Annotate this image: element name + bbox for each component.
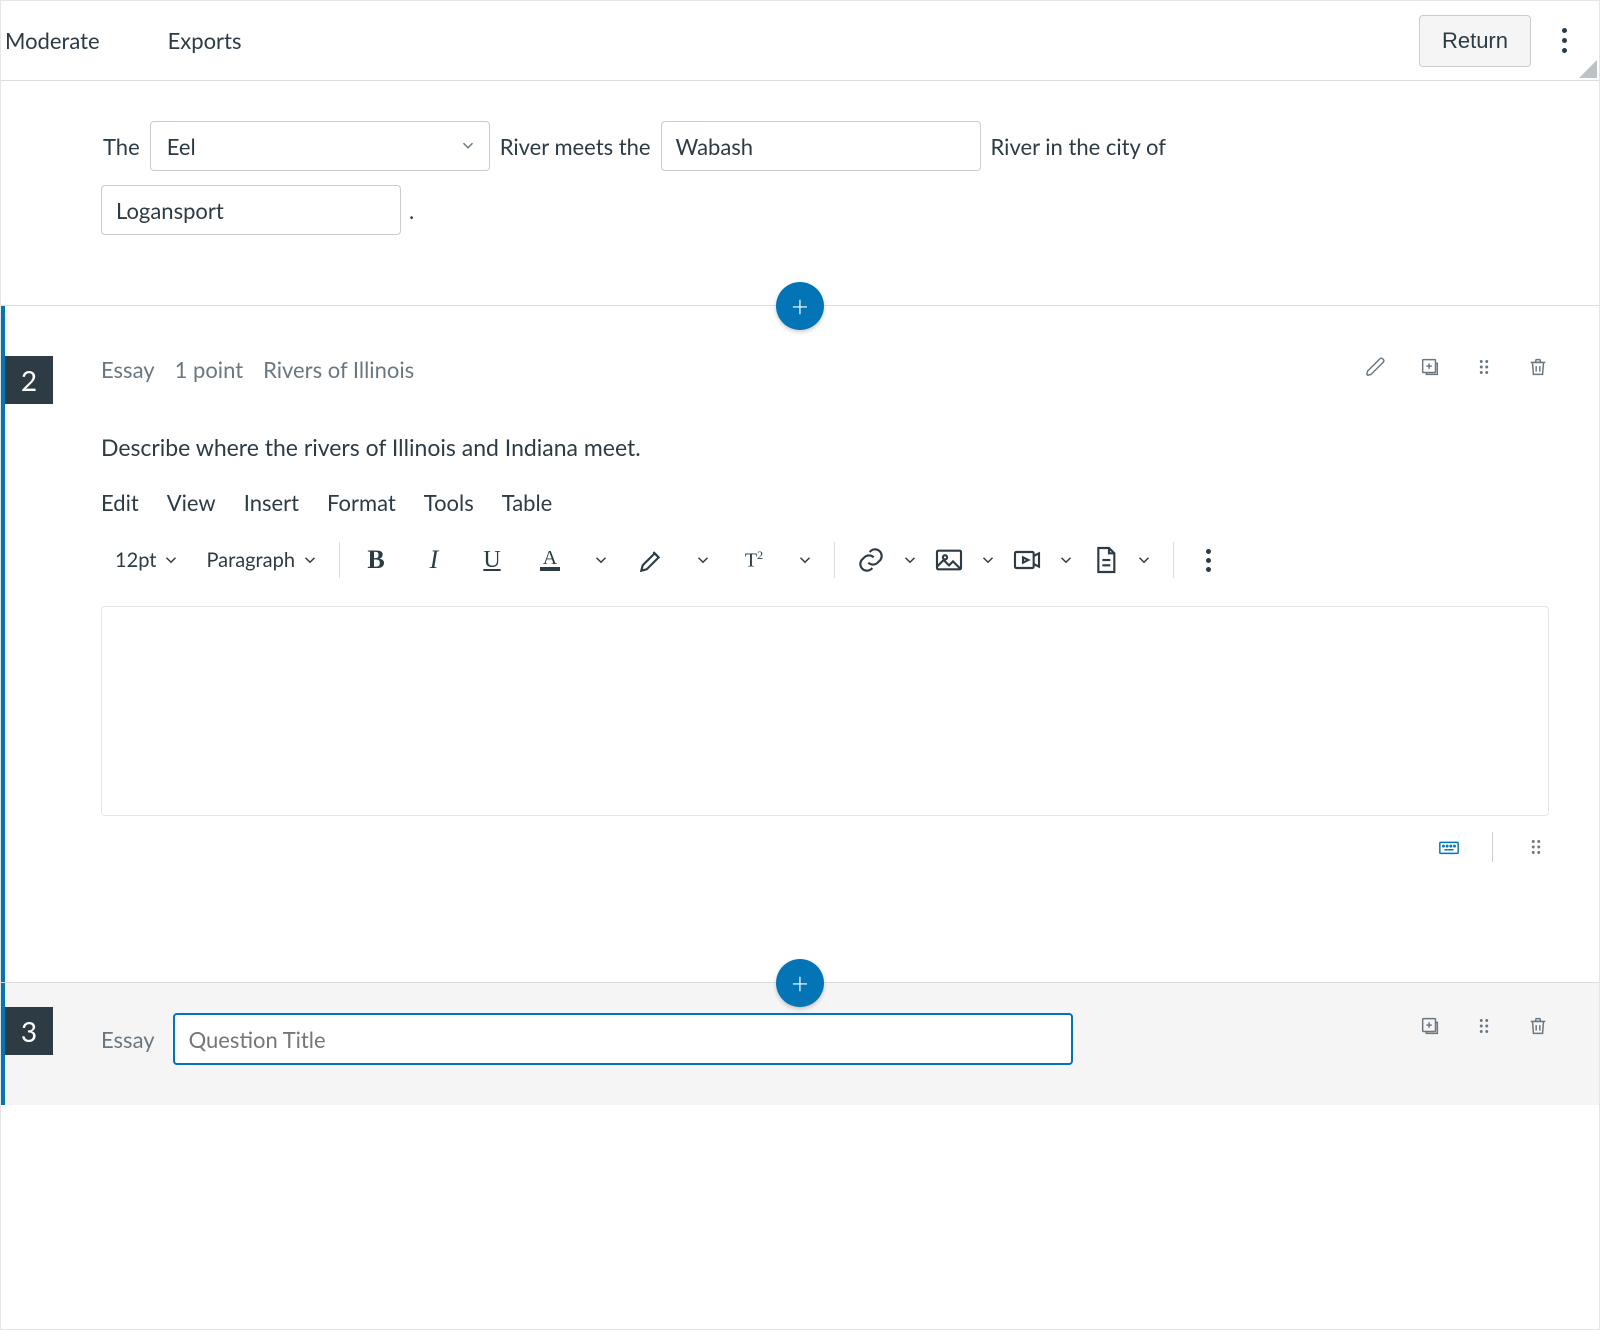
nav-exports[interactable]: Exports <box>164 27 246 54</box>
add-to-bank-icon[interactable] <box>1417 354 1443 380</box>
rce-media-icon[interactable] <box>1011 544 1043 576</box>
add-to-bank-icon[interactable] <box>1417 1013 1443 1039</box>
sentence-text: River in the city of <box>989 127 1168 166</box>
top-bar: Moderate Exports Return <box>1 1 1599 81</box>
keyboard-icon[interactable] <box>1436 834 1462 860</box>
chevron-down-icon[interactable] <box>979 551 997 569</box>
resize-handle-icon <box>1579 60 1597 78</box>
rce-image-icon[interactable] <box>933 544 965 576</box>
fill-in-blank-sentence: The Eel River meets the Wabash River in … <box>101 121 1549 171</box>
rce-bold-icon[interactable]: B <box>360 544 392 576</box>
add-question-button[interactable]: + <box>776 959 824 1007</box>
question-2-actions <box>1363 354 1551 380</box>
rce-underline-icon[interactable]: U <box>476 544 508 576</box>
blank-3-input[interactable]: Logansport <box>101 185 401 235</box>
edit-pencil-icon[interactable] <box>1363 354 1389 380</box>
rce-fontsize-dropdown[interactable]: 12pt <box>115 548 180 572</box>
rce-menu-edit[interactable]: Edit <box>101 489 139 516</box>
rce-menu-view[interactable]: View <box>167 489 216 516</box>
blank-2-input[interactable]: Wabash <box>661 121 981 171</box>
question-prompt: Describe where the rivers of Illinois an… <box>101 433 1549 461</box>
rce-status-drag-icon[interactable] <box>1523 834 1549 860</box>
question-type-label: Essay <box>101 1026 155 1053</box>
drag-handle-icon[interactable] <box>1471 354 1497 380</box>
active-indicator <box>1 306 5 982</box>
rce-document-icon[interactable] <box>1089 544 1121 576</box>
rce-menubar: Edit View Insert Format Tools Table <box>101 489 1549 516</box>
question-bank-label: Rivers of Illinois <box>263 356 414 383</box>
sentence-text: The <box>101 127 142 166</box>
rce-superscript-icon[interactable]: T2 <box>738 544 770 576</box>
question-points-label: 1 point <box>175 356 244 383</box>
rce-textarea[interactable] <box>101 606 1549 816</box>
rce-menu-table[interactable]: Table <box>502 489 553 516</box>
question-title-input[interactable]: Question Title <box>173 1013 1073 1065</box>
add-question-button[interactable]: + <box>776 282 824 330</box>
nav-moderate[interactable]: Moderate <box>1 27 104 54</box>
chevron-down-icon[interactable] <box>694 551 712 569</box>
rce-italic-icon[interactable]: I <box>418 544 450 576</box>
rce-more-icon[interactable] <box>1194 546 1224 574</box>
delete-trash-icon[interactable] <box>1525 354 1551 380</box>
chevron-down-icon[interactable] <box>1057 551 1075 569</box>
chevron-down-icon <box>459 133 477 160</box>
rce-text-color-icon[interactable]: A <box>534 544 566 576</box>
chevron-down-icon[interactable] <box>592 551 610 569</box>
question-number-badge: 2 <box>5 356 53 404</box>
chevron-down-icon[interactable] <box>901 551 919 569</box>
blank-2-value: Wabash <box>676 133 754 160</box>
question-1-section: The Eel River meets the Wabash River in … <box>1 81 1599 306</box>
rce-link-icon[interactable] <box>855 544 887 576</box>
rce-menu-format[interactable]: Format <box>327 489 396 516</box>
blank-3-value: Logansport <box>116 197 224 224</box>
question-type-label: Essay <box>101 356 155 383</box>
rce-statusbar <box>101 832 1549 862</box>
drag-handle-icon[interactable] <box>1471 1013 1497 1039</box>
rce-block-dropdown[interactable]: Paragraph <box>206 548 319 572</box>
rce-menu-insert[interactable]: Insert <box>244 489 299 516</box>
chevron-down-icon[interactable] <box>796 551 814 569</box>
question-number-badge: 3 <box>5 1007 53 1055</box>
page-options-icon[interactable] <box>1549 21 1579 61</box>
divider <box>1492 832 1493 862</box>
sentence-text: . <box>407 191 416 230</box>
question-3-actions <box>1417 1013 1551 1039</box>
rce-toolbar: 12pt Paragraph B I U A <box>101 536 1549 584</box>
question-2-meta: Essay 1 point Rivers of Illinois <box>101 356 1549 383</box>
blank-1-value: Eel <box>167 133 196 160</box>
return-button[interactable]: Return <box>1419 15 1531 67</box>
question-2-section: 2 + Essay 1 point Rivers of Ill <box>1 306 1599 983</box>
chevron-down-icon[interactable] <box>1135 551 1153 569</box>
question-3-section: 3 + Essay Question Title <box>1 983 1599 1105</box>
rce-menu-tools[interactable]: Tools <box>424 489 474 516</box>
blank-1-dropdown[interactable]: Eel <box>150 121 490 171</box>
delete-trash-icon[interactable] <box>1525 1013 1551 1039</box>
rce-highlight-icon[interactable] <box>636 544 668 576</box>
sentence-text: River meets the <box>498 127 653 166</box>
